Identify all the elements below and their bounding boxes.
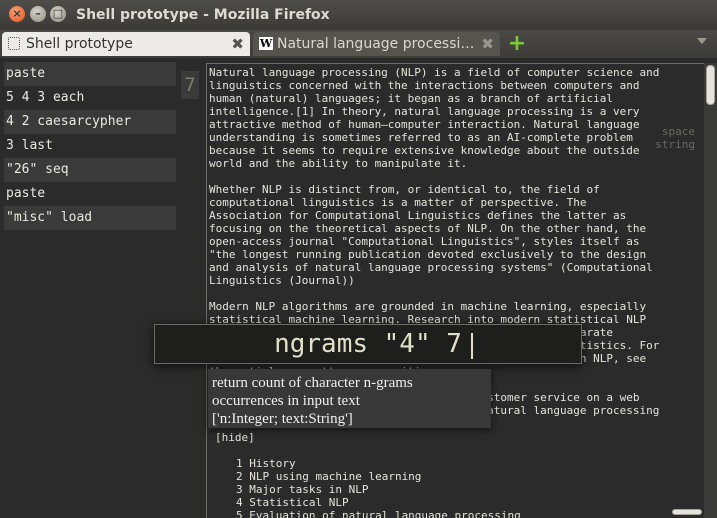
new-tab-button[interactable]: + — [505, 33, 529, 55]
document-text-area[interactable]: Natural language processing (NLP) is a f… — [206, 63, 704, 518]
history-item[interactable]: paste — [4, 182, 176, 206]
toc-item[interactable]: 2 NLP using machine learning — [236, 470, 521, 483]
table-of-contents: 1 History 2 NLP using machine learning 3… — [236, 457, 521, 518]
scroll-thumb[interactable] — [706, 65, 715, 105]
tooltip-line: occurrences in input text — [212, 393, 360, 409]
command-history: paste 5 4 3 each 4 2 caesarcypher 3 last… — [4, 62, 176, 230]
stack-type-note: space string — [655, 125, 695, 151]
stack-depth-indicator: 7 — [181, 71, 199, 99]
wikipedia-icon: W — [259, 37, 273, 50]
close-tab-icon[interactable]: ✖ — [231, 32, 244, 56]
command-input[interactable] — [155, 325, 581, 363]
tab-list-chevron-down-icon[interactable] — [697, 38, 707, 44]
close-window-button[interactable]: × — [9, 6, 25, 22]
toc-item[interactable]: 4 Statistical NLP — [236, 496, 521, 509]
tab-wikipedia-nlp[interactable]: W Natural language processing - Wikipedi… — [253, 32, 500, 56]
history-item[interactable]: paste — [4, 62, 176, 86]
dotted-page-icon — [8, 37, 20, 50]
minimize-window-button[interactable]: – — [30, 6, 46, 22]
text-cursor — [471, 333, 473, 359]
page-content: paste 5 4 3 each 4 2 caesarcypher 3 last… — [0, 59, 717, 518]
tab-label: Shell prototype — [26, 36, 133, 52]
tab-shell-prototype[interactable]: Shell prototype ✖ — [2, 32, 250, 56]
toc-hide-link[interactable]: [hide] — [215, 431, 255, 444]
history-item[interactable]: "26" seq — [4, 158, 176, 182]
tab-bar: Shell prototype ✖ W Natural language pro… — [0, 30, 717, 59]
history-item[interactable]: "misc" load — [4, 206, 176, 230]
horizontal-scroll-thumb[interactable] — [672, 509, 702, 515]
history-item[interactable]: 4 2 caesarcypher — [4, 110, 176, 134]
history-item[interactable]: 5 4 3 each — [4, 86, 176, 110]
tooltip-line: return count of character n-grams — [212, 375, 413, 391]
tab-label: Natural language processing - Wikipedia — [277, 36, 475, 52]
command-help-tooltip: return count of character n-grams occurr… — [208, 369, 491, 428]
vertical-scrollbar[interactable] — [704, 63, 717, 518]
command-input-box[interactable] — [154, 324, 582, 364]
paragraph: Whether NLP is distinct from, or identic… — [209, 183, 653, 287]
toc-item[interactable]: 3 Major tasks in NLP — [236, 483, 521, 496]
tooltip-line: ['n:Integer; text:String'] — [212, 411, 353, 427]
maximize-window-button[interactable]: □ — [50, 6, 66, 22]
title-bar: × – □ Shell prototype - Mozilla Firefox — [0, 0, 717, 30]
history-item[interactable]: 3 last — [4, 134, 176, 158]
toc-item[interactable]: 5 Evaluation of natural language process… — [236, 509, 521, 518]
toc-item[interactable]: 1 History — [236, 457, 521, 470]
close-tab-icon[interactable]: ✖ — [481, 32, 494, 56]
paragraph: Natural language processing (NLP) is a f… — [209, 66, 660, 170]
window-title: Shell prototype - Mozilla Firefox — [76, 7, 330, 23]
